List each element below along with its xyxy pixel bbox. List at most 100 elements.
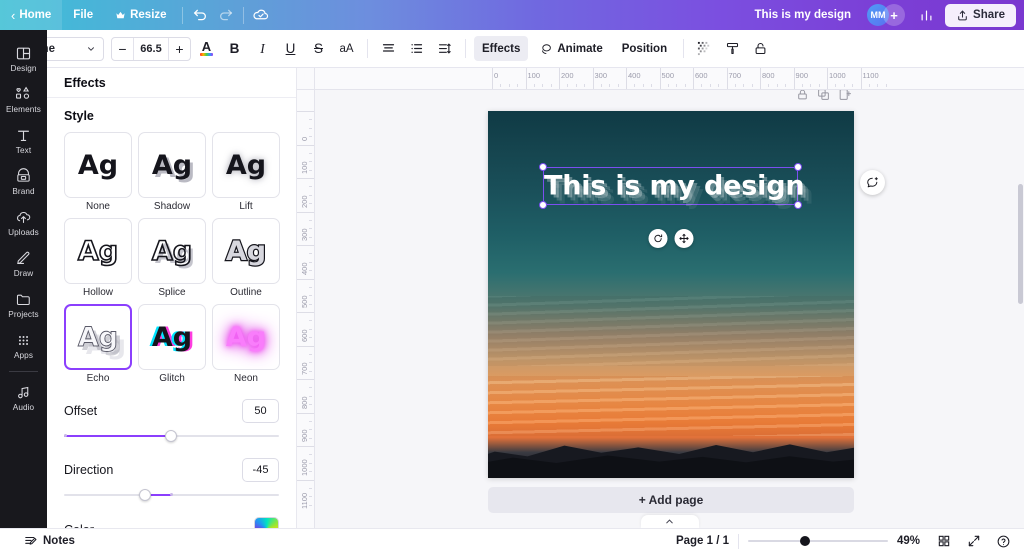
offset-slider[interactable] bbox=[64, 429, 279, 443]
font-size-increase-button[interactable]: + bbox=[169, 38, 190, 60]
font-size-input[interactable]: 66.5 bbox=[133, 37, 169, 60]
style-option-splice[interactable]: Ag Splice bbox=[138, 218, 206, 298]
grid-view-icon bbox=[938, 535, 949, 547]
move-handle-button[interactable] bbox=[674, 229, 694, 248]
line-spacing-button[interactable] bbox=[432, 36, 457, 61]
design-text[interactable]: This is my design bbox=[544, 171, 805, 202]
italic-button[interactable]: I bbox=[250, 36, 275, 61]
letter-case-button[interactable]: aA bbox=[334, 36, 359, 61]
style-option-none[interactable]: Ag None bbox=[64, 132, 132, 212]
redo-button[interactable] bbox=[213, 2, 239, 28]
ruler-minor-tick bbox=[309, 487, 312, 489]
sidebar-item-brand[interactable]: Brand bbox=[1, 161, 46, 202]
resize-handle-bottom-right[interactable] bbox=[794, 201, 802, 209]
resize-handle-top-right[interactable] bbox=[794, 163, 802, 171]
help-icon bbox=[997, 535, 1010, 547]
tab-effects[interactable]: Effects bbox=[474, 36, 529, 61]
zoom-slider[interactable] bbox=[748, 535, 888, 547]
undo-button[interactable] bbox=[187, 2, 213, 28]
transparency-button[interactable] bbox=[692, 36, 717, 61]
ruler-tick bbox=[297, 111, 314, 112]
bold-button[interactable]: B bbox=[222, 36, 247, 61]
ruler-minor-tick bbox=[517, 84, 519, 87]
rotate-handle-button[interactable] bbox=[648, 229, 668, 248]
tab-position[interactable]: Position bbox=[614, 36, 675, 61]
grid-view-button[interactable] bbox=[933, 531, 954, 552]
design-page[interactable]: This is my design bbox=[488, 111, 854, 478]
sidebar-item-elements[interactable]: Elements bbox=[1, 79, 46, 120]
offset-input[interactable]: 50 bbox=[242, 399, 279, 423]
duplicate-page-button[interactable] bbox=[817, 90, 830, 106]
sidebar-item-design[interactable]: Design bbox=[1, 38, 46, 79]
sidebar-item-projects[interactable]: Projects bbox=[1, 284, 46, 325]
font-size-decrease-button[interactable]: − bbox=[112, 38, 133, 60]
cloud-saved-button[interactable] bbox=[248, 2, 274, 28]
direction-input[interactable]: -45 bbox=[242, 458, 279, 482]
help-button[interactable] bbox=[993, 531, 1014, 552]
slider-knob[interactable] bbox=[139, 489, 151, 501]
text-align-button[interactable] bbox=[376, 36, 401, 61]
selected-text-frame[interactable]: This is my design bbox=[539, 163, 805, 209]
add-collaborator-button[interactable]: + bbox=[883, 4, 906, 26]
slider-knob[interactable] bbox=[165, 430, 177, 442]
ruler-minor-tick bbox=[309, 270, 312, 272]
document-title[interactable]: This is my design bbox=[747, 6, 860, 24]
resize-button[interactable]: Resize bbox=[104, 0, 177, 30]
text-color-button[interactable]: A bbox=[194, 36, 219, 61]
ruler-tick-label: 600 bbox=[695, 71, 708, 80]
bullet-list-button[interactable] bbox=[404, 36, 429, 61]
style-option-echo[interactable]: Ag Echo bbox=[64, 304, 132, 384]
page-controls bbox=[488, 90, 854, 106]
ruler-tick bbox=[297, 479, 314, 481]
file-menu-button[interactable]: File bbox=[62, 0, 104, 30]
ruler-tick-label: 900 bbox=[795, 71, 809, 80]
style-option-hollow[interactable]: Ag Hollow bbox=[64, 218, 132, 298]
rotate-handle-icon bbox=[654, 234, 663, 243]
notes-button[interactable]: Notes bbox=[18, 531, 81, 551]
canvas-area[interactable]: This is my design + Add page bbox=[315, 90, 1024, 528]
sidebar-item-audio[interactable]: Audio bbox=[1, 377, 46, 418]
ruler-minor-tick bbox=[751, 84, 753, 87]
copy-style-button[interactable] bbox=[720, 36, 745, 61]
share-button[interactable]: Share bbox=[945, 3, 1016, 27]
direction-slider[interactable] bbox=[64, 488, 279, 502]
resize-handle-bottom-left[interactable] bbox=[539, 201, 547, 209]
add-comment-button[interactable] bbox=[860, 170, 885, 195]
style-option-lift[interactable]: Ag Lift bbox=[212, 132, 280, 212]
resize-handle-top-left[interactable] bbox=[539, 163, 547, 171]
style-option-outline[interactable]: Ag Outline bbox=[212, 218, 280, 298]
strikethrough-button[interactable]: S bbox=[306, 36, 331, 61]
style-option-neon[interactable]: Ag Neon bbox=[212, 304, 280, 384]
ruler-tick bbox=[592, 68, 594, 89]
add-page-inline-button[interactable] bbox=[838, 90, 852, 106]
collapse-pages-button[interactable] bbox=[640, 515, 699, 528]
vertical-ruler[interactable]: 0 100 200 300 400 500 600 700 800 900 1000 1100 bbox=[297, 90, 315, 528]
slider-fill bbox=[64, 435, 171, 437]
sidebar-item-draw[interactable]: Draw bbox=[1, 243, 46, 284]
insights-button[interactable] bbox=[913, 2, 939, 28]
ruler-minor-tick bbox=[642, 84, 644, 87]
underline-button[interactable]: U bbox=[278, 36, 303, 61]
style-label: Outline bbox=[230, 287, 262, 298]
sidebar-label: Projects bbox=[8, 310, 39, 319]
sidebar-item-uploads[interactable]: Uploads bbox=[1, 202, 46, 243]
style-option-glitch[interactable]: Ag Glitch bbox=[138, 304, 206, 384]
zoom-percent: 49% bbox=[897, 535, 921, 547]
ruler-tick-label: 0 bbox=[494, 71, 499, 80]
lock-page-button[interactable] bbox=[796, 90, 809, 106]
ruler-tick-label: 900 bbox=[300, 429, 309, 442]
horizontal-ruler[interactable]: 0 100 200 300 400 500 600 700 800 900 1000 1100 bbox=[315, 68, 1024, 90]
zoom-knob[interactable] bbox=[800, 536, 810, 546]
lock-button[interactable] bbox=[748, 36, 773, 61]
add-page-button[interactable]: + Add page bbox=[488, 487, 854, 513]
home-button[interactable]: ‹ Home bbox=[0, 0, 63, 30]
tab-animate[interactable]: Animate bbox=[531, 36, 610, 61]
style-label: Neon bbox=[234, 373, 258, 384]
canvas-vertical-scrollbar[interactable] bbox=[1018, 184, 1023, 304]
sidebar-item-apps[interactable]: Apps bbox=[1, 325, 46, 366]
style-sample-glyph: Ag bbox=[225, 234, 268, 267]
sidebar-item-text[interactable]: Text bbox=[1, 120, 46, 161]
style-option-shadow[interactable]: Ag Shadow bbox=[138, 132, 206, 212]
fullscreen-button[interactable] bbox=[963, 531, 984, 552]
ruler-minor-tick bbox=[309, 194, 312, 196]
